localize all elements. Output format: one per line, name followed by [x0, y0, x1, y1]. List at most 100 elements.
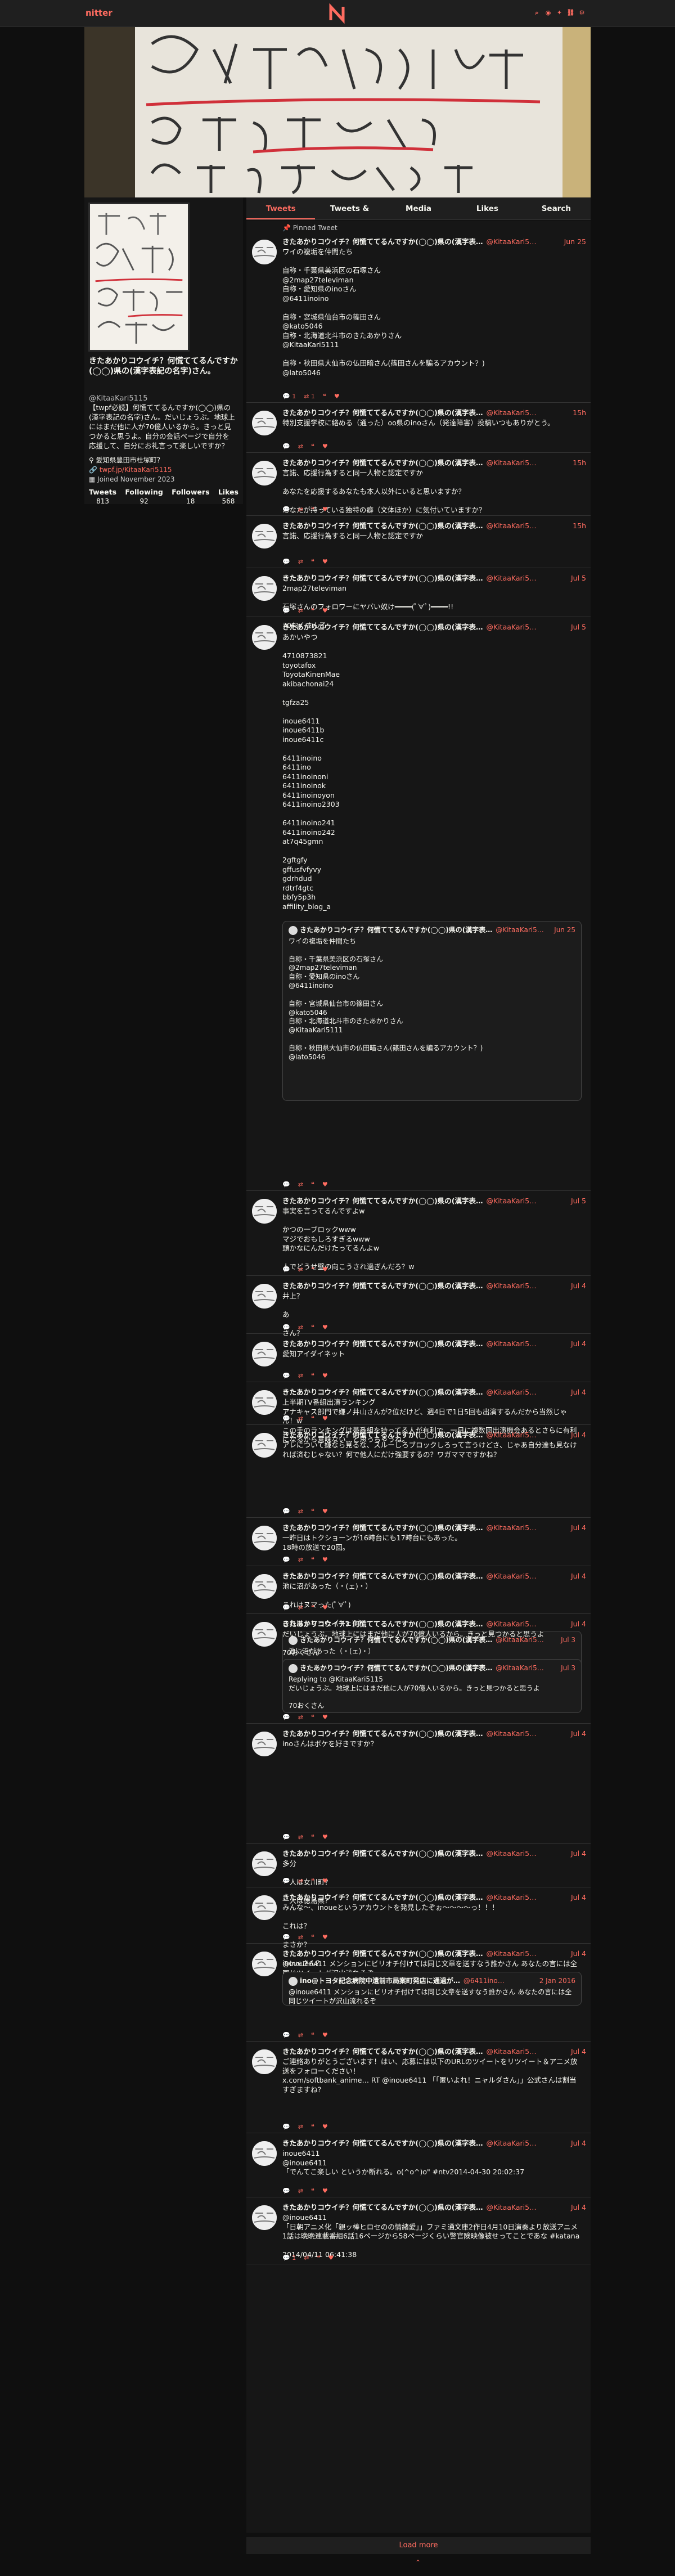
tweet[interactable]: きたあかりコウイチ？何慌ててるんですか(◯◯)県の(漢字表… @KitaaKari… [246, 1944, 591, 2042]
tweet-avatar[interactable] [252, 1433, 277, 1458]
tweet-avatar[interactable] [252, 625, 277, 650]
quote-count[interactable]: ❝ [311, 1833, 314, 1842]
retweet-count[interactable]: ⇄ [298, 1934, 303, 1942]
retweet-count[interactable]: ⇄ [298, 1556, 303, 1565]
link-icon[interactable]: ⛓ [567, 9, 575, 17]
tweet-username[interactable]: @KitaaKari5… [487, 574, 569, 583]
tweet-username[interactable]: @KitaaKari5… [487, 237, 562, 247]
tweet[interactable]: きたあかりコウイチ？何慌ててるんですか(◯◯)県の(漢字表… @KitaaKari… [246, 1844, 591, 1905]
quote-count[interactable]: ❝ [311, 1181, 314, 1189]
tweet-username[interactable]: @KitaaKari5… [487, 1523, 569, 1533]
profile-handle[interactable]: @KitaaKari5115 [89, 394, 147, 403]
quote-count[interactable]: ❝ [311, 2187, 314, 2196]
quote-fullname[interactable]: きたあかりコウイチ？何慌ててるんですか(◯◯)県の(漢字表… [300, 1664, 492, 1673]
tweet-username[interactable]: @KitaaKari5… [487, 1339, 569, 1349]
retweet-count[interactable]: ⇄ [298, 1833, 303, 1842]
tweet-avatar[interactable] [252, 1574, 277, 1599]
tweet-date[interactable]: Jul 4 [571, 1849, 586, 1859]
reply-count[interactable]: 💬 [282, 1372, 290, 1381]
quote-count[interactable]: ❝ [311, 1714, 314, 1722]
tweet-username[interactable]: @KitaaKari5… [487, 1282, 569, 1291]
reply-count[interactable]: 💬 [282, 506, 290, 514]
reply-count[interactable]: 💬 [282, 1714, 290, 1722]
tweet-fullname[interactable]: きたあかりコウイチ？何慌ててるんですか(◯◯)県の(漢字表… [282, 574, 483, 583]
tab-tweets-replies[interactable]: Tweets & Replies [315, 197, 384, 236]
quote-count[interactable]: ❝ [311, 607, 314, 615]
retweet-count[interactable]: ⇄ [298, 1266, 303, 1274]
quote-count[interactable]: ❝ [311, 1934, 314, 1942]
tweet-username[interactable]: @KitaaKari5… [487, 408, 571, 418]
tweet[interactable]: きたあかりコウイチ？何慌ててるんですか(◯◯)県の(漢字表… @KitaaKari… [246, 1724, 591, 1844]
tweet-date[interactable]: Jul 4 [571, 1572, 586, 1581]
rss-icon[interactable]: ◉ [544, 9, 552, 17]
tweet[interactable]: きたあかりコウイチ？何慌ててるんですか(◯◯)県の(漢字表… @KitaaKari… [246, 617, 591, 1191]
tab-media[interactable]: Media [384, 197, 453, 219]
like-count[interactable]: ♥ [322, 1266, 328, 1274]
tweet[interactable]: きたあかりコウイチ？何慌ててるんですか(◯◯)県の(漢字表… @KitaaKari… [246, 403, 591, 453]
reply-count[interactable]: 💬 1 [282, 393, 296, 401]
tweet-avatar[interactable] [252, 1732, 277, 1756]
retweet-count[interactable]: ⇄ [298, 1415, 303, 1423]
quote-username[interactable]: @KitaaKari5… [496, 926, 552, 935]
tweet-username[interactable]: @KitaaKari5… [487, 2203, 569, 2213]
retweet-count[interactable]: ⇄ [298, 1877, 303, 1886]
like-count[interactable]: ♥ [334, 393, 340, 401]
tweet-username[interactable]: @KitaaKari5… [487, 1849, 569, 1859]
reply-count[interactable]: 💬 [282, 607, 290, 615]
quote-count[interactable]: ❝ [311, 558, 314, 567]
tweet-fullname[interactable]: きたあかりコウイチ？何慌ててるんですか(◯◯)県の(漢字表… [282, 1949, 483, 1959]
tweet-date[interactable]: Jul 4 [571, 1729, 586, 1739]
reply-count[interactable]: 💬 [282, 1266, 290, 1274]
tweet[interactable]: きたあかりコウイチ？何慌ててるんですか(◯◯)県の(漢字表… @KitaaKari… [246, 2133, 591, 2197]
search-icon[interactable]: ⌕ [533, 9, 541, 17]
retweet-count[interactable]: ⇄ [298, 1714, 303, 1722]
quote-count[interactable]: ❝ [311, 1415, 314, 1423]
tweet-fullname[interactable]: きたあかりコウイチ？何慌ててるんですか(◯◯)県の(漢字表… [282, 623, 483, 632]
tweet[interactable]: きたあかりコウイチ？何慌ててるんですか(◯◯)県の(漢字表… @KitaaKari… [246, 2197, 591, 2264]
settings-icon[interactable]: ⚙ [578, 9, 586, 17]
profile-website-link[interactable]: twpf.jp/KitaaKari5115 [100, 466, 172, 474]
reply-count[interactable]: 💬 1 [282, 2254, 296, 2263]
tweet-fullname[interactable]: きたあかりコウイチ？何慌ててるんですか(◯◯)県の(漢字表… [282, 2139, 483, 2148]
quote-fullname[interactable]: きたあかりコウイチ？何慌ててるんですか(◯◯)県の(漢字表… [300, 926, 492, 935]
tweet-date[interactable]: Jul 5 [571, 1197, 586, 1206]
tweet-date[interactable]: Jul 4 [571, 2047, 586, 2057]
tweet-avatar[interactable] [252, 1390, 277, 1415]
quote-count[interactable]: ❝ [317, 2254, 320, 2263]
reply-count[interactable]: 💬 [282, 558, 290, 567]
tweet-fullname[interactable]: きたあかりコウイチ？何慌ててるんですか(◯◯)県の(漢字表… [282, 1388, 483, 1397]
reply-count[interactable]: 💬 [282, 1181, 290, 1189]
tweet[interactable]: きたあかりコウイチ？何慌ててるんですか(◯◯)県の(漢字表… @KitaaKari… [246, 453, 591, 516]
tweet-date[interactable]: Jul 4 [571, 1339, 586, 1349]
tweet-fullname[interactable]: きたあかりコウイチ？何慌ててるんですか(◯◯)県の(漢字表… [282, 1431, 483, 1440]
tweet-avatar[interactable] [252, 1851, 277, 1876]
quote-count[interactable]: ❝ [311, 1266, 314, 1274]
tweet-fullname[interactable]: きたあかりコウイチ？何慌ててるんですか(◯◯)県の(漢字表… [282, 1282, 483, 1291]
quote-tweet[interactable]: きたあかりコウイチ？何慌ててるんですか(◯◯)県の(漢字表… @KitaaKari… [282, 921, 582, 1101]
like-count[interactable]: ♥ [322, 558, 328, 567]
tweet-username[interactable]: @KitaaKari5… [487, 1949, 569, 1959]
tweet[interactable]: きたあかりコウイチ？何慌ててるんですか(◯◯)県の(漢字表… @KitaaKari… [246, 1887, 591, 1986]
quote-date[interactable]: Jun 25 [554, 926, 575, 935]
tweet-date[interactable]: Jun 25 [564, 237, 586, 247]
tweet-fullname[interactable]: きたあかりコウイチ？何慌ててるんですか(◯◯)県の(漢字表… [282, 1572, 483, 1581]
tweet-date[interactable]: Jul 4 [571, 2139, 586, 2148]
tweet-fullname[interactable]: きたあかりコウイチ？何慌ててるんですか(◯◯)県の(漢字表… [282, 522, 483, 531]
tweet-date[interactable]: Jul 4 [571, 1949, 586, 1959]
tweet-fullname[interactable]: きたあかりコウイチ？何慌ててるんですか(◯◯)県の(漢字表… [282, 1197, 483, 1206]
retweet-count[interactable]: ⇄ [298, 2123, 303, 2132]
tweet-date[interactable]: Jul 4 [571, 2203, 586, 2213]
tweet[interactable]: きたあかりコウイチ？何慌ててるんですか(◯◯)県の(漢字表… @KitaaKari… [246, 1191, 591, 1276]
tweet-fullname[interactable]: きたあかりコウイチ？何慌ててるんですか(◯◯)県の(漢字表… [282, 237, 483, 247]
quote-avatar[interactable] [289, 926, 298, 935]
tweet-date[interactable]: Jul 4 [571, 1388, 586, 1397]
tweet-fullname[interactable]: きたあかりコウイチ？何慌ててるんですか(◯◯)県の(漢字表… [282, 2047, 483, 2057]
stat-likes[interactable]: Likes 568 [218, 488, 238, 506]
tweet-avatar[interactable] [252, 2141, 277, 2166]
quote-count[interactable]: ❝ [311, 1604, 314, 1612]
reply-count[interactable]: 💬 [282, 1877, 290, 1886]
tweet-avatar[interactable] [252, 1342, 277, 1366]
tweet-username[interactable]: @KitaaKari5… [487, 458, 571, 468]
tweet-username[interactable]: @KitaaKari5… [487, 1620, 569, 1629]
like-count[interactable]: ♥ [322, 1833, 328, 1842]
